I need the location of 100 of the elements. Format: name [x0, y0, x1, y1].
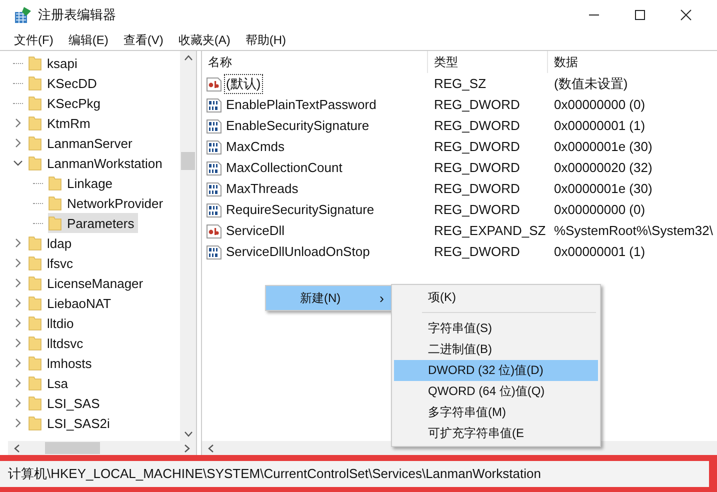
table-cell-text: %SystemRoot%\System32\: [553, 223, 714, 238]
tree-item[interactable]: LicenseManager: [28, 273, 148, 293]
folder-icon: [28, 275, 42, 291]
folder-icon: [28, 375, 42, 391]
tree-item[interactable]: lltdio: [28, 313, 78, 333]
horizontal-scrollbar[interactable]: [8, 441, 196, 455]
folder-icon: [28, 255, 42, 271]
expand-icon[interactable]: [14, 378, 22, 388]
tree-item[interactable]: KSecPkg: [28, 93, 104, 113]
menu-item[interactable]: 帮助(H): [245, 32, 286, 48]
value-name[interactable]: EnableSecuritySignature: [224, 117, 372, 134]
scroll-up-icon[interactable]: [184, 55, 192, 61]
column-header[interactable]: 数据: [548, 51, 717, 73]
value-name[interactable]: (默认): [224, 74, 263, 94]
binary-value-icon: [206, 118, 222, 134]
menu-item[interactable]: 多字符串值(M): [394, 402, 598, 423]
folder-icon: [28, 75, 42, 91]
tree-item[interactable]: Linkage: [48, 173, 117, 193]
menu-item[interactable]: 二进制值(B): [394, 339, 598, 360]
tree-item[interactable]: lltdsvc: [28, 333, 88, 353]
folder-icon: [48, 215, 62, 231]
scroll-left-icon[interactable]: [14, 444, 20, 452]
binary-value-icon: [206, 138, 222, 154]
menu-item[interactable]: 新建(N) ›: [266, 286, 394, 310]
tree-item[interactable]: LSI_SAS2i: [28, 413, 114, 433]
menu-item[interactable]: 编辑(E): [68, 32, 108, 48]
expand-icon[interactable]: [14, 358, 22, 368]
expand-icon[interactable]: [14, 258, 22, 268]
tree-item[interactable]: LSI_SAS: [28, 393, 104, 413]
tree-item[interactable]: LiebaoNAT: [28, 293, 116, 313]
expand-icon[interactable]: [14, 238, 22, 248]
table-cell-text: REG_DWORD: [433, 97, 521, 112]
scroll-left-icon[interactable]: [208, 444, 214, 452]
tree-item[interactable]: LanmanWorkstation: [28, 153, 166, 173]
expand-icon[interactable]: [14, 138, 22, 148]
value-name[interactable]: ServiceDll: [224, 222, 287, 239]
table-cell-text: REG_DWORD: [433, 160, 521, 175]
vertical-scrollbar[interactable]: [180, 51, 196, 441]
column-header[interactable]: 名称: [202, 51, 428, 73]
tree-item[interactable]: lmhosts: [28, 353, 96, 373]
folder-icon: [28, 95, 42, 111]
menu-item[interactable]: DWORD (32 位)值(D): [394, 360, 598, 381]
tree-item[interactable]: ldap: [28, 233, 76, 253]
table-cell-text: (数值未设置): [553, 74, 629, 92]
table-cell-text: REG_DWORD: [433, 118, 521, 133]
value-name[interactable]: ServiceDllUnloadOnStop: [224, 243, 372, 260]
tree-item[interactable]: ksapi: [28, 53, 82, 73]
expand-icon[interactable]: [14, 398, 22, 408]
expand-icon[interactable]: [14, 298, 22, 308]
table-cell-text: 0x00000020 (32): [553, 160, 654, 175]
table-cell-text: REG_DWORD: [433, 181, 521, 196]
tree-item[interactable]: LanmanServer: [28, 133, 136, 153]
table-cell-text: 0x00000001 (1): [553, 244, 646, 259]
menu-item[interactable]: 收藏夹(A): [178, 32, 230, 48]
binary-value-icon: [206, 202, 222, 218]
table-cell-text: REG_DWORD: [433, 202, 521, 217]
menu-item[interactable]: 文件(F): [14, 32, 54, 48]
column-header[interactable]: 类型: [428, 51, 548, 73]
table-cell-text: 0x0000001e (30): [553, 181, 654, 196]
table-cell-text: REG_EXPAND_SZ: [433, 223, 547, 238]
tree-item[interactable]: KSecDD: [28, 73, 101, 93]
table-cell-text: 0x0000001e (30): [553, 139, 654, 154]
tree-item[interactable]: NetworkProvider: [48, 193, 168, 213]
value-name[interactable]: MaxCollectionCount: [224, 159, 344, 176]
menu-item[interactable]: 项(K): [394, 287, 598, 308]
collapse-icon[interactable]: [13, 159, 23, 167]
value-name[interactable]: MaxCmds: [224, 138, 287, 155]
expand-icon[interactable]: [14, 318, 22, 328]
binary-value-icon: [206, 96, 222, 112]
tree-item[interactable]: lfsvc: [28, 253, 77, 273]
folder-icon: [28, 235, 42, 251]
tree-item[interactable]: Parameters: [48, 213, 138, 233]
menu-item[interactable]: QWORD (64 位)值(Q): [394, 381, 598, 402]
folder-icon: [28, 335, 42, 351]
expand-icon[interactable]: [14, 278, 22, 288]
maximize-icon[interactable]: [634, 9, 646, 21]
expand-icon[interactable]: [14, 418, 22, 428]
value-name[interactable]: EnablePlainTextPassword: [224, 96, 378, 113]
expand-icon[interactable]: [14, 338, 22, 348]
scroll-down-icon[interactable]: [184, 431, 192, 437]
scroll-right-icon[interactable]: [184, 444, 190, 452]
folder-icon: [28, 155, 42, 171]
table-cell-text: REG_SZ: [433, 76, 488, 91]
tree-item[interactable]: Lsa: [28, 373, 72, 393]
menu-item[interactable]: 查看(V): [123, 32, 164, 48]
menu-item[interactable]: 可扩充字符串值(E: [394, 423, 598, 444]
value-name[interactable]: MaxThreads: [224, 180, 300, 197]
key-path: 计算机\HKEY_LOCAL_MACHINE\SYSTEM\CurrentControlSet\Services\LanmanWorkstation: [8, 465, 541, 483]
value-name[interactable]: RequireSecuritySignature: [224, 201, 376, 218]
table-cell-text: 0x00000000 (0): [553, 97, 646, 112]
binary-value-icon: [206, 160, 222, 176]
string-value-icon: [206, 222, 222, 238]
scrollbar-thumb[interactable]: [181, 152, 195, 170]
scrollbar-thumb[interactable]: [44, 442, 100, 454]
submenu-arrow: ›: [379, 290, 384, 306]
tree-item[interactable]: KtmRm: [28, 113, 94, 133]
close-icon[interactable]: [680, 9, 692, 21]
menu-item[interactable]: 字符串值(S): [394, 318, 598, 339]
folder-icon: [28, 135, 42, 151]
expand-icon[interactable]: [14, 118, 22, 128]
